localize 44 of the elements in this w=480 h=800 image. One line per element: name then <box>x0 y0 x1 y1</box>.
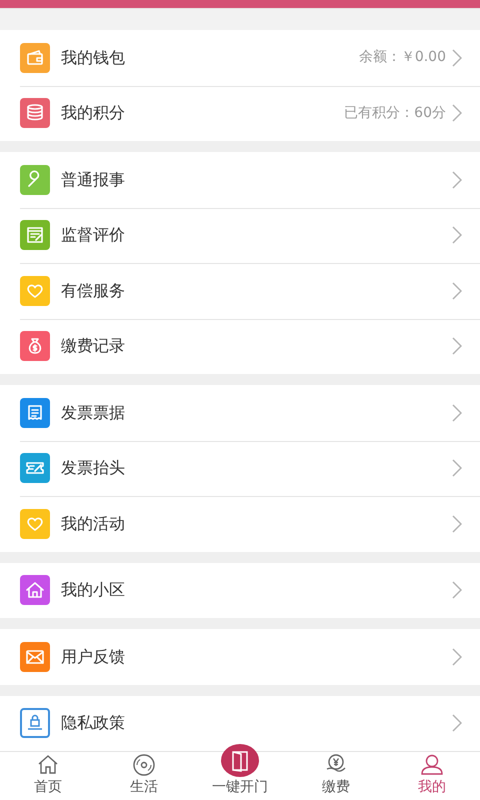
menu-item[interactable]: 隐私政策 <box>0 696 480 751</box>
chevron-icon <box>452 514 462 533</box>
menu-item[interactable]: 发票票据 <box>0 385 480 440</box>
tab[interactable]: 生活 <box>96 752 192 800</box>
chevron-icon <box>452 404 462 422</box>
menu-label: 用户反馈 <box>61 646 125 668</box>
menu-label: 有偿服务 <box>61 280 125 302</box>
chevron-icon <box>452 282 462 300</box>
menu-item[interactable]: 普通报事 <box>0 152 480 208</box>
chevron-icon <box>452 459 462 478</box>
chevron-icon <box>452 48 462 67</box>
person-icon <box>420 753 444 777</box>
menu-item[interactable]: 发票抬头 <box>0 440 480 496</box>
menu-label: 我的积分 <box>61 102 125 124</box>
chevron-icon <box>452 170 462 189</box>
menu-item[interactable]: 我的活动 <box>0 496 480 552</box>
menu-label: 发票抬头 <box>61 457 125 480</box>
menu-item[interactable]: 我的小区 <box>0 562 480 618</box>
menu-label: 普通报事 <box>61 168 125 191</box>
menu-label: 缴费记录 <box>61 335 125 358</box>
menu-label: 隐私政策 <box>61 712 125 734</box>
chevron-icon <box>452 104 462 122</box>
chevron-icon <box>452 648 462 666</box>
menu-item[interactable]: 缴费记录 <box>0 318 480 374</box>
chevron-icon <box>452 337 462 356</box>
menu-label: 我的小区 <box>61 579 125 602</box>
menu-label: 监督评价 <box>61 224 125 246</box>
chevron-icon <box>452 581 462 600</box>
menu-item[interactable]: 监督评价 <box>0 208 480 263</box>
menu-item[interactable]: 我的积分 已有积分：60分 <box>0 86 480 141</box>
menu-item[interactable]: 有偿服务 <box>0 263 480 318</box>
disc-icon <box>132 753 156 777</box>
tab[interactable]: 首页 <box>0 752 96 800</box>
item-value: 已有积分：60分 <box>344 104 446 123</box>
menu-label: 我的钱包 <box>61 46 125 69</box>
menu-item[interactable]: 用户反馈 <box>0 629 480 684</box>
menu-item[interactable]: 我的钱包 余额：￥0.00 <box>0 30 480 86</box>
tab[interactable]: 我的 <box>384 752 480 800</box>
tab[interactable]: 缴费 <box>288 752 384 800</box>
chevron-icon <box>452 714 462 732</box>
menu-label: 我的活动 <box>61 512 125 535</box>
chevron-icon <box>452 226 462 244</box>
item-value: 余额：￥0.00 <box>358 48 446 68</box>
menu-label: 发票票据 <box>61 402 125 424</box>
